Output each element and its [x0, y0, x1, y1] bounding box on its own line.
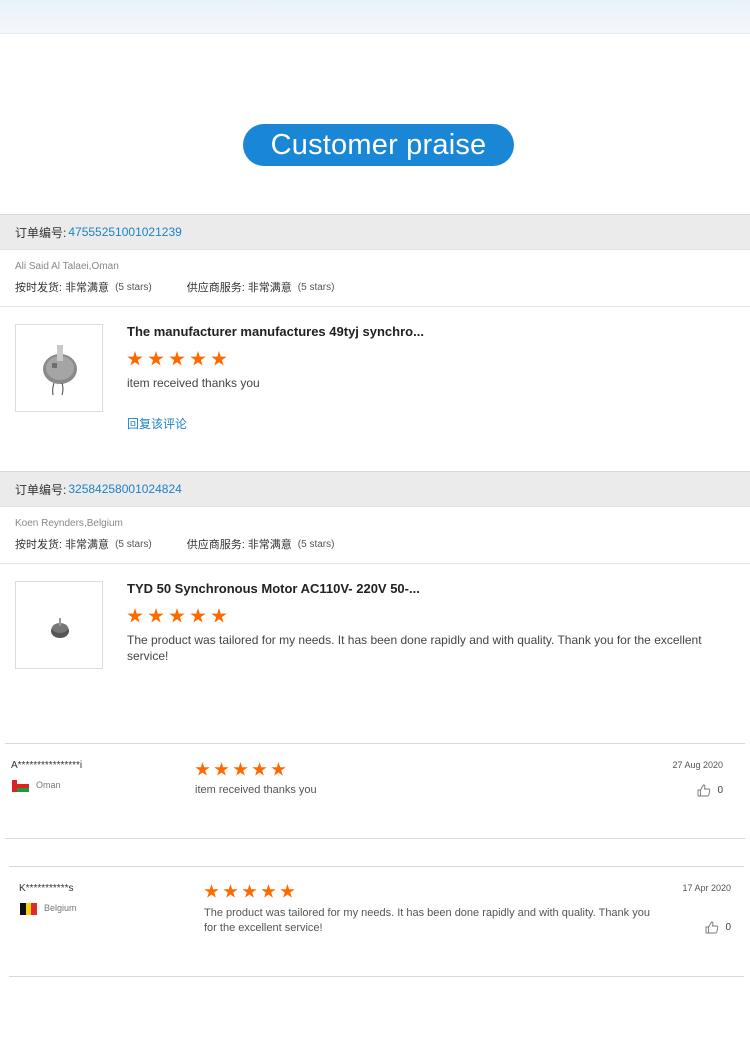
like-button[interactable]: 0 [697, 784, 723, 797]
buyer-name: Koen Reynders,Belgium [15, 518, 123, 529]
star-icon [252, 762, 267, 776]
order-number-link[interactable]: 32584258001024824 [68, 482, 181, 496]
like-count: 0 [717, 785, 723, 796]
review-comment: item received thanks you [127, 376, 260, 390]
product-review: TYD 50 Synchronous Motor AC110V- 220V 50… [0, 564, 750, 704]
review-date: 17 Apr 2020 [682, 883, 731, 893]
like-count: 0 [725, 922, 731, 933]
divider [9, 976, 744, 977]
motor-image-icon [51, 618, 69, 638]
like-button[interactable]: 0 [705, 921, 731, 934]
reviewer-country: Oman [36, 780, 61, 790]
divider [5, 838, 745, 839]
top-banner-strip [0, 0, 750, 34]
service-label: 供应商服务: [186, 539, 245, 551]
service-value: 非常满意 [247, 539, 292, 551]
star-rating [195, 762, 290, 777]
customer-praise-title: Customer praise [270, 128, 487, 161]
oman-flag-icon [12, 780, 29, 792]
product-title[interactable]: The manufacturer manufactures 49tyj sync… [127, 324, 424, 339]
customer-praise-heading: Customer praise [243, 124, 514, 166]
star-icon [148, 351, 164, 366]
product-title[interactable]: TYD 50 Synchronous Motor AC110V- 220V 50… [127, 581, 420, 596]
product-thumbnail[interactable] [15, 324, 103, 412]
star-icon [223, 884, 238, 898]
review-comment: The product was tailored for my needs. I… [127, 633, 702, 663]
star-icon [127, 351, 143, 366]
delivery-value: 非常满意 [65, 282, 110, 294]
star-icon [214, 762, 229, 776]
divider [9, 866, 744, 867]
motor-image-icon [43, 345, 77, 396]
service-stars: (5 stars) [297, 538, 335, 550]
review-text: item received thanks you [195, 784, 317, 796]
star-icon [211, 351, 227, 366]
order-ratings: 按时发货: 非常满意 (5 stars) 供应商服务: 非常满意 (5 star… [0, 536, 750, 552]
order-header: 订单编号: 47555251001021239 [0, 214, 750, 250]
star-rating [204, 884, 299, 899]
order-card: 订单编号: 47555251001021239 Ali Said Al Tala… [0, 214, 750, 447]
delivery-rating: 按时发货: 非常满意 (5 stars) [15, 279, 152, 295]
reviewer-name: K***********s [19, 883, 74, 894]
review-item: A****************i Oman item received th… [5, 743, 745, 839]
delivery-label: 按时发货: [15, 282, 63, 294]
order-ratings: 按时发货: 非常满意 (5 stars) 供应商服务: 非常满意 (5 star… [0, 279, 750, 295]
service-stars: (5 stars) [297, 281, 335, 293]
belgium-flag-icon [20, 903, 38, 915]
star-icon [211, 608, 227, 623]
star-icon [242, 884, 257, 898]
product-thumbnail[interactable] [15, 581, 103, 669]
service-label: 供应商服务: [186, 282, 245, 294]
star-icon [148, 608, 164, 623]
star-icon [195, 762, 210, 776]
star-icon [169, 351, 185, 366]
order-number-label: 订单编号: [15, 225, 67, 240]
delivery-label: 按时发货: [15, 539, 63, 551]
delivery-stars: (5 stars) [115, 538, 152, 550]
reply-review-link[interactable]: 回复该评论 [127, 415, 187, 432]
order-card: 订单编号: 32584258001024824 Koen Reynders,Be… [0, 471, 750, 704]
buyer-name: Ali Said Al Talaei,Oman [15, 261, 119, 272]
order-number-label: 订单编号: [15, 482, 67, 497]
star-icon [190, 608, 206, 623]
star-rating [127, 608, 232, 624]
reviewer-country: Belgium [44, 903, 77, 913]
star-icon [271, 762, 286, 776]
reviewer-name: A****************i [11, 760, 83, 771]
service-value: 非常满意 [247, 282, 292, 294]
star-icon [204, 884, 219, 898]
star-icon [261, 884, 276, 898]
delivery-value: 非常满意 [65, 539, 110, 551]
review-text: The product was tailored for my needs. I… [204, 907, 650, 934]
delivery-rating: 按时发货: 非常满意 (5 stars) [15, 536, 152, 552]
delivery-stars: (5 stars) [115, 281, 152, 293]
star-icon [169, 608, 185, 623]
divider [5, 743, 745, 744]
service-rating: 供应商服务: 非常满意 (5 stars) [187, 536, 335, 552]
star-rating [127, 351, 232, 367]
star-icon [127, 608, 143, 623]
star-icon [190, 351, 206, 366]
thumbs-up-icon [697, 784, 711, 797]
star-icon [233, 762, 248, 776]
order-header: 订单编号: 32584258001024824 [0, 471, 750, 507]
review-date: 27 Aug 2020 [672, 760, 723, 770]
star-icon [280, 884, 295, 898]
review-item: K***********s Belgium The product was ta… [9, 866, 744, 977]
order-number-link[interactable]: 47555251001021239 [68, 225, 181, 239]
service-rating: 供应商服务: 非常满意 (5 stars) [187, 279, 335, 295]
thumbs-up-icon [705, 921, 719, 934]
product-review: The manufacturer manufactures 49tyj sync… [0, 307, 750, 447]
